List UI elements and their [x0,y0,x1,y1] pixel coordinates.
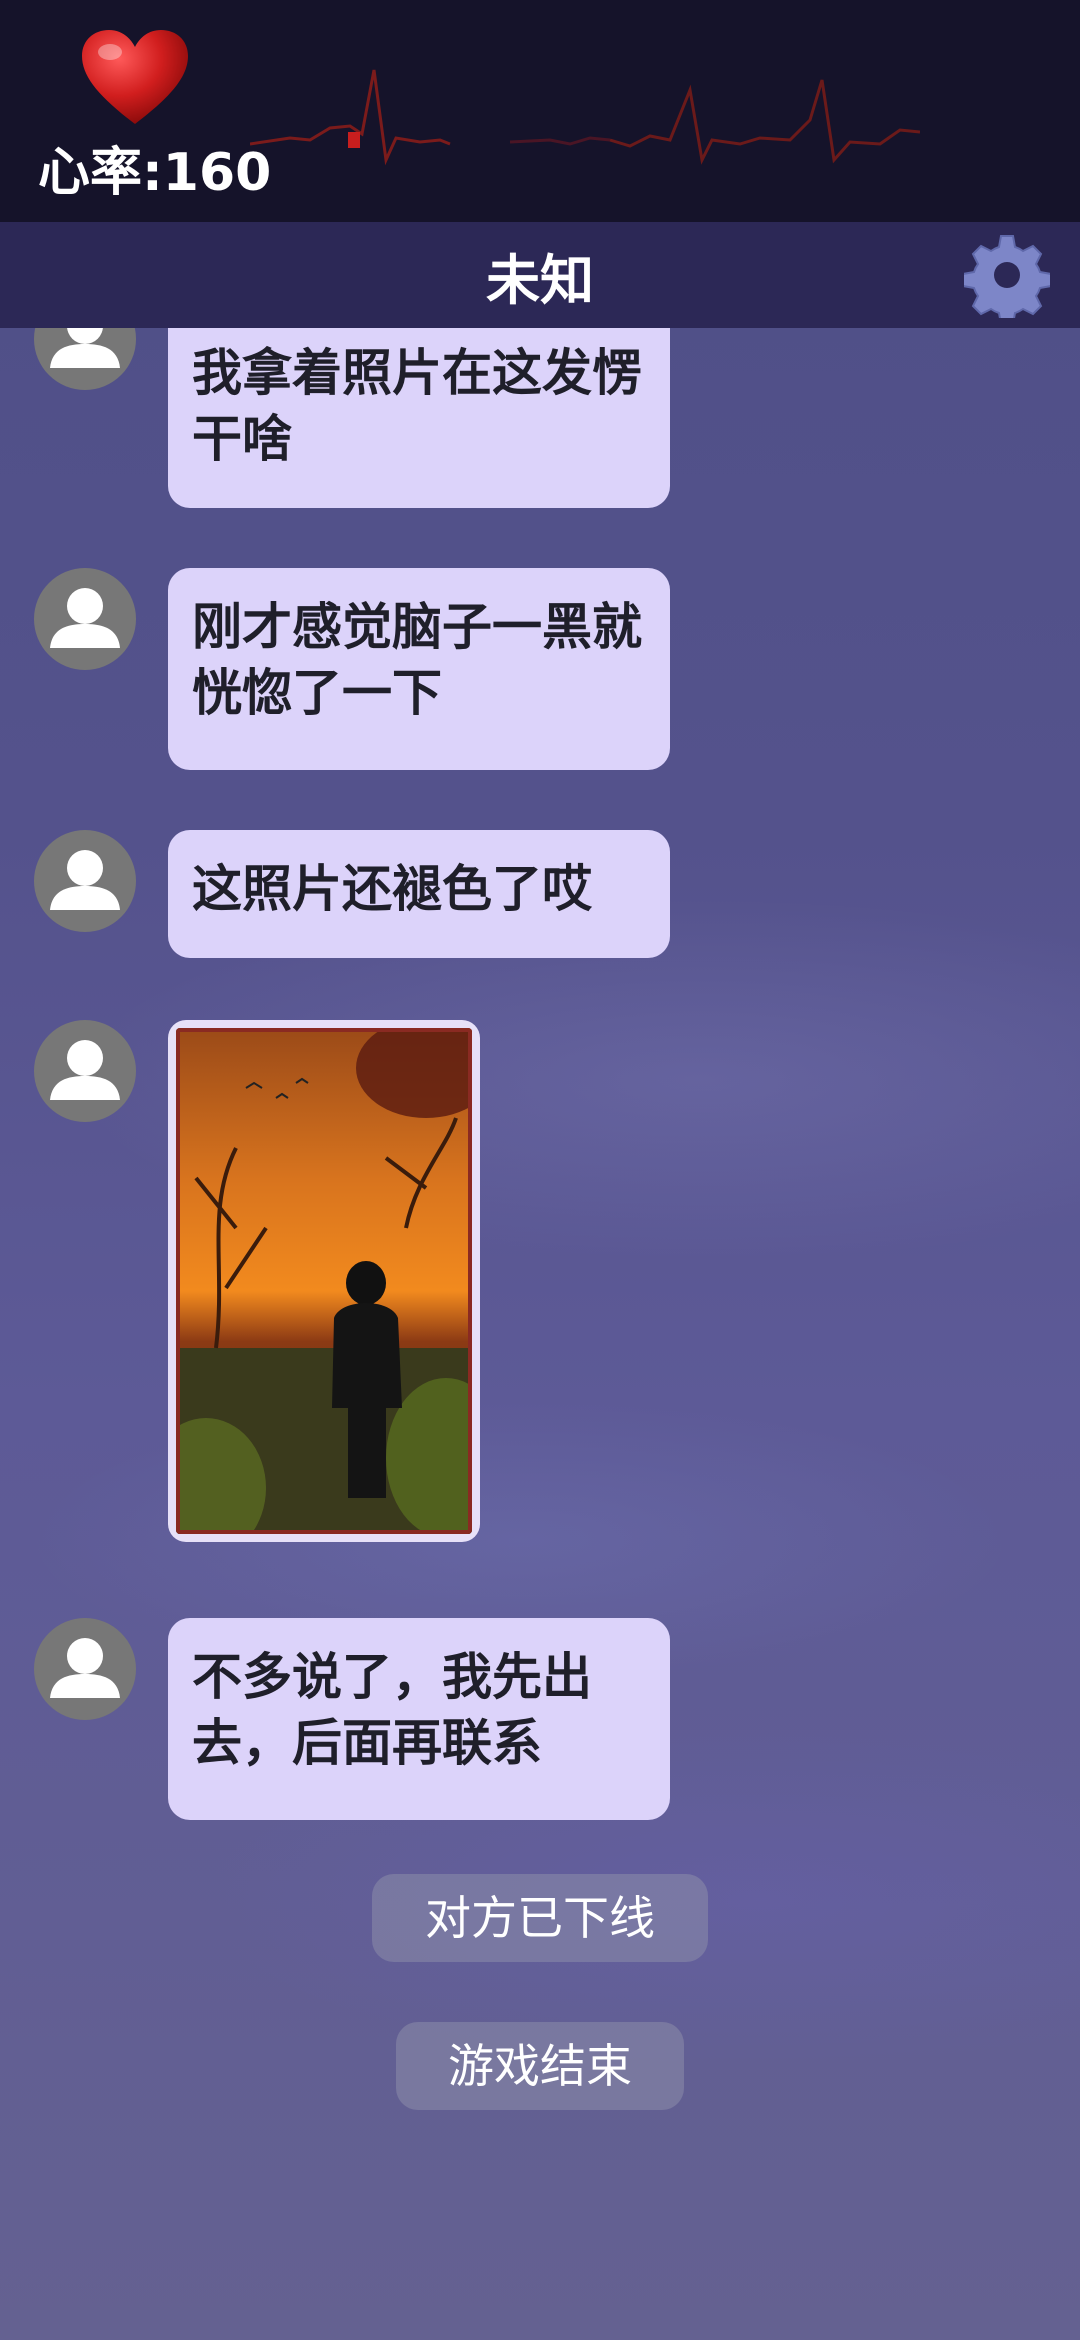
avatar[interactable] [34,568,136,670]
message-bubble[interactable]: 我拿着照片在这发愣干啥 [168,328,670,508]
heart-rate-value: 心率:160 [38,143,272,203]
gear-icon[interactable] [964,232,1050,318]
avatar[interactable] [34,1618,136,1720]
heart-icon [82,30,188,124]
message-bubble[interactable]: 这照片还褪色了哎 [168,830,670,958]
avatar[interactable] [34,830,136,932]
message-text: 不多说了，我先出去，后面再联系 [192,1648,592,1772]
ecg-waveform [250,69,920,166]
photo-message[interactable] [168,1020,480,1542]
heart-rate-bar: 心率:160 [0,0,1080,222]
user-icon [50,1040,120,1100]
offline-notice: 对方已下线 [372,1874,708,1962]
chat-header: 未知 [0,222,1080,328]
message-text: 刚才感觉脑子一黑就恍惚了一下 [192,598,642,722]
message-bubble[interactable]: 刚才感觉脑子一黑就恍惚了一下 [168,568,670,770]
avatar[interactable] [34,1020,136,1122]
page-title: 未知 [486,248,594,312]
photo-image[interactable] [176,1028,472,1534]
user-icon [50,850,120,910]
message-text: 我拿着照片在这发愣干啥 [192,344,642,468]
user-icon [50,588,120,648]
avatar[interactable] [34,328,136,390]
message-bubble[interactable]: 不多说了，我先出去，后面再联系 [168,1618,670,1820]
user-icon [50,328,120,368]
user-icon [50,1638,120,1698]
message-list[interactable]: 我拿着照片在这发愣干啥 刚才感觉脑子一黑就恍惚了一下 这照片还褪色了哎 不多说了… [0,328,1080,2340]
message-text: 这照片还褪色了哎 [192,860,592,918]
game-over-button[interactable]: 游戏结束 [396,2022,684,2110]
